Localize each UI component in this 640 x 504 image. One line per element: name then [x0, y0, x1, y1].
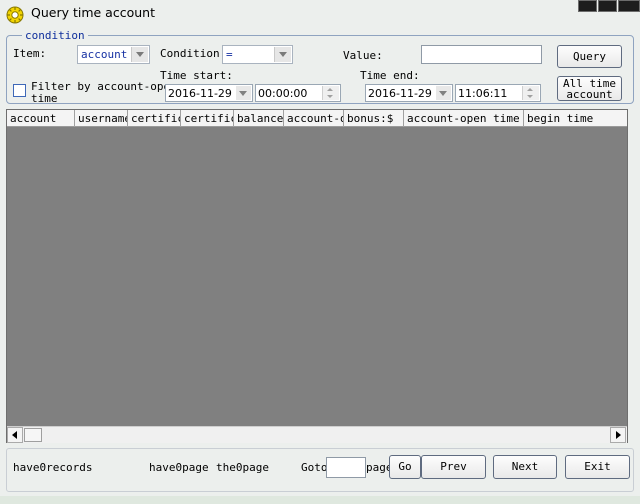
scrollbar-thumb[interactable] [24, 428, 42, 442]
time-start-label: Time start: [160, 69, 233, 82]
all-time-button-line2: account [566, 88, 613, 101]
item-label: Item: [13, 47, 47, 60]
condition-select[interactable]: = [222, 45, 293, 64]
calendar-dropdown-icon[interactable] [436, 86, 451, 100]
time-end-time-value: 11:06:11 [458, 87, 508, 100]
calendar-dropdown-icon[interactable] [236, 86, 251, 100]
close-button[interactable] [618, 0, 640, 12]
column-header-account-o[interactable]: account-o [284, 110, 344, 127]
go-button[interactable]: Go [389, 455, 421, 479]
column-header-bonus[interactable]: bonus:$ [344, 110, 404, 127]
title-bar: Query time account [0, 0, 640, 27]
column-header-certific-1[interactable]: certific [128, 110, 181, 127]
minimize-button[interactable] [578, 0, 597, 12]
results-grid[interactable]: account username certific certific balan… [6, 109, 628, 443]
value-input[interactable] [421, 45, 542, 64]
condition-label: Condition: [160, 47, 227, 60]
window-title: Query time account [31, 5, 155, 20]
spin-updown-icon[interactable] [322, 86, 339, 100]
goto-label: Goto [301, 461, 328, 474]
scroll-right-icon[interactable] [610, 427, 626, 443]
filter-label-line2: time [31, 92, 58, 105]
condition-legend: condition [22, 29, 88, 42]
scroll-left-icon[interactable] [7, 427, 23, 443]
exit-button[interactable]: Exit [565, 455, 630, 479]
grid-header: account username certific certific balan… [7, 110, 627, 127]
current-page: the0page [216, 461, 269, 474]
time-end-label: Time end: [360, 69, 420, 82]
column-header-begin-time[interactable]: begin time [524, 110, 627, 127]
time-start-date-value: 2016-11-29 [168, 87, 232, 100]
chevron-down-icon[interactable] [131, 47, 148, 62]
column-header-account-open-time[interactable]: account-open time [404, 110, 524, 127]
spin-updown-icon[interactable] [522, 86, 539, 100]
goto-page-input[interactable] [326, 457, 366, 478]
next-button[interactable]: Next [493, 455, 557, 479]
horizontal-scrollbar[interactable] [7, 426, 627, 443]
filter-checkbox[interactable] [13, 84, 26, 97]
records-count: have0records [13, 461, 93, 474]
column-header-balance[interactable]: balance [234, 110, 284, 127]
value-label: Value: [343, 49, 383, 62]
time-start-time-spinner[interactable]: 00:00:00 [255, 84, 341, 102]
status-strip [0, 496, 640, 504]
maximize-button[interactable] [598, 0, 617, 12]
time-start-date-picker[interactable]: 2016-11-29 [165, 84, 253, 102]
time-end-time-spinner[interactable]: 11:06:11 [455, 84, 541, 102]
condition-select-value: = [226, 48, 233, 61]
pages-count: have0page [149, 461, 209, 474]
chevron-down-icon[interactable] [274, 47, 291, 62]
item-select[interactable]: account [77, 45, 150, 64]
column-header-account[interactable]: account [7, 110, 75, 127]
prev-button[interactable]: Prev [421, 455, 486, 479]
column-header-username[interactable]: username [75, 110, 128, 127]
app-gear-icon [6, 6, 24, 24]
time-end-date-value: 2016-11-29 [368, 87, 432, 100]
column-header-certific-2[interactable]: certific [181, 110, 234, 127]
time-start-time-value: 00:00:00 [258, 87, 308, 100]
all-time-account-button[interactable]: All time account [557, 76, 622, 101]
item-select-value: account [81, 48, 128, 61]
time-end-date-picker[interactable]: 2016-11-29 [365, 84, 453, 102]
query-button[interactable]: Query [557, 45, 622, 68]
